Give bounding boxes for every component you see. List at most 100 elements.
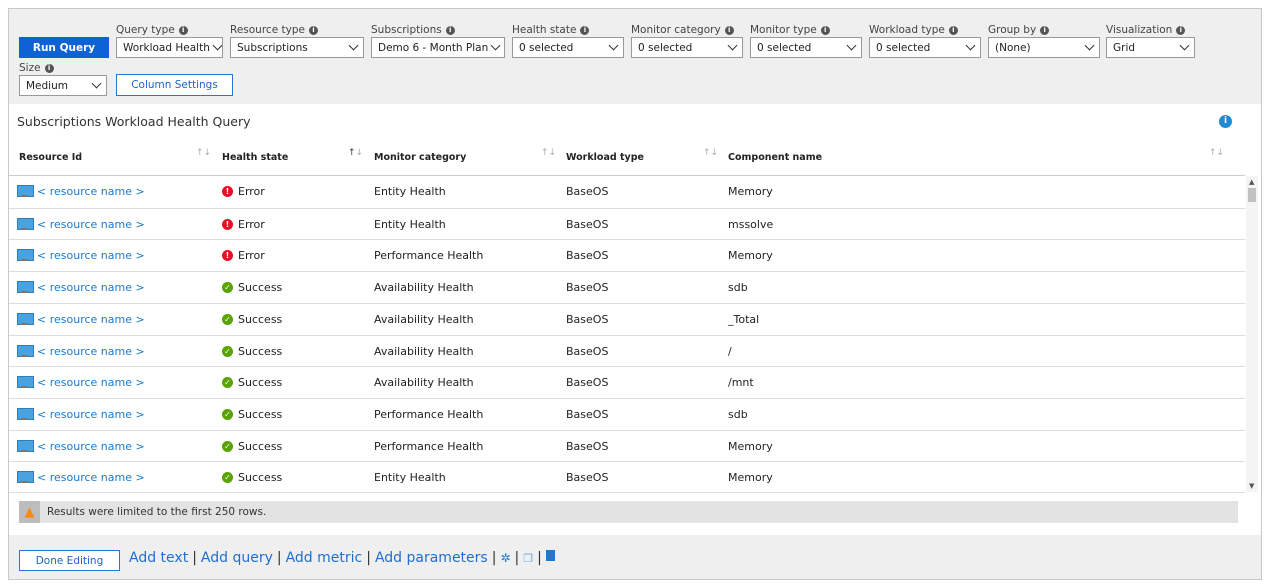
health-state-cell: ✓ Success [222,408,282,421]
info-icon[interactable]: i [178,25,188,35]
monitor-category-dropdown[interactable]: 0 selected [631,37,743,58]
visualization-dropdown[interactable]: Grid [1106,37,1195,58]
separator: | [276,550,282,566]
info-icon[interactable]: i [580,25,590,35]
success-check-icon: ✓ [222,345,233,357]
resource-type-dropdown[interactable]: Subscriptions [230,37,364,58]
table-row[interactable]: < resource name > ! Error Entity Health B… [9,207,1245,240]
panel-title: Subscriptions Workload Health Query [17,114,251,129]
resource-link[interactable]: < resource name > [37,281,145,294]
workload-type-dropdown[interactable]: 0 selected [869,37,981,58]
column-header[interactable]: Workload type [566,152,644,163]
add-query-link[interactable]: Add query [201,550,273,566]
table-row[interactable]: < resource name > ✓ Success Availability … [9,302,1245,335]
health-state-cell: ✓ Success [222,440,282,453]
settings-gear-icon[interactable]: ✲ [500,551,510,565]
resource-link[interactable]: < resource name > [37,249,145,262]
column-header[interactable]: Resource Id [19,152,82,163]
resource-link[interactable]: < resource name > [37,345,145,358]
sort-icon[interactable]: ↑↓ [703,148,718,158]
monitor-category-label: Monitor category i [631,24,734,36]
monitor-type-dropdown[interactable]: 0 selected [750,37,862,58]
success-check-icon: ✓ [222,408,233,420]
workload-type-cell: BaseOS [566,471,609,485]
run-query-button[interactable]: Run Query [19,37,109,58]
column-header[interactable]: Health state [222,152,288,163]
monitor-category-cell: Performance Health [374,439,484,453]
table-row[interactable]: < resource name > ✓ Success Availability … [9,271,1245,303]
info-icon[interactable]: i [1176,25,1186,35]
table-row[interactable]: < resource name > ✓ Success Availability … [9,366,1245,398]
table-row[interactable]: < resource name > ✓ Success Entity Health… [9,461,1245,493]
delete-trash-icon[interactable] [545,549,555,561]
resource-link[interactable]: < resource name > [37,408,145,421]
table-row[interactable]: < resource name > ✓ Success Availability … [9,334,1245,367]
resource-link[interactable]: < resource name > [37,218,145,231]
info-icon[interactable]: i [44,63,54,73]
label-text: Group by [988,24,1037,36]
subscriptions-dropdown[interactable]: Demo 6 - Month Plan [371,37,505,58]
info-icon[interactable]: i [308,25,318,35]
dropdown-value: Demo 6 - Month Plan [378,41,489,54]
error-icon: ! [222,186,233,197]
table-row[interactable]: < resource name > ✓ Success Performance H… [9,429,1245,462]
resource-link[interactable]: < resource name > [37,185,145,198]
sort-icon[interactable]: ↑↓ [1209,148,1224,158]
size-dropdown[interactable]: Medium [19,75,107,96]
column-header[interactable]: Monitor category [374,152,466,163]
separator: | [491,550,497,566]
info-icon[interactable]: i [1219,115,1232,128]
warning-icon: ▲ [19,501,40,523]
done-editing-button[interactable]: Done Editing [19,550,120,571]
chevron-down-icon [490,40,501,51]
workload-type-cell: BaseOS [566,249,609,263]
table-row[interactable]: < resource name > ! Error Performance Hea… [9,239,1245,271]
component-name-cell: Memory [728,185,773,198]
resource-cell: < resource name > [17,471,145,484]
health-state-cell: ✓ Success [222,376,282,389]
component-name-cell: / [728,344,732,358]
label-text: Monitor type [750,24,817,36]
component-name-cell: sdb [728,407,748,421]
copy-icon[interactable]: ❐ [523,552,533,565]
resource-link[interactable]: < resource name > [37,376,145,389]
component-name-cell: sdb [728,281,748,295]
separator: | [514,550,520,566]
info-icon[interactable]: i [724,25,734,35]
resource-type-label: Resource type i [230,24,318,36]
column-header[interactable]: Component name [728,152,822,163]
query-type-dropdown[interactable]: Workload Health [116,37,223,58]
resource-link[interactable]: < resource name > [37,471,145,484]
info-icon[interactable]: i [1040,25,1050,35]
monitor-category-cell: Availability Health [374,344,474,358]
resource-link[interactable]: < resource name > [37,440,145,453]
scrollbar[interactable]: ▲ ▼ [1246,176,1258,492]
sort-icon[interactable]: ↑↓ [348,148,363,158]
resource-link[interactable]: < resource name > [37,313,145,326]
sort-icon[interactable]: ↑↓ [196,148,211,158]
workload-type-cell: BaseOS [566,217,609,231]
component-name-cell: mssolve [728,217,774,231]
subscriptions-label: Subscriptions i [371,24,455,36]
sort-icon[interactable]: ↑↓ [541,148,556,158]
table-row[interactable]: < resource name > ✓ Success Performance H… [9,397,1245,430]
group-by-dropdown[interactable]: (None) [988,37,1100,58]
workload-type-cell: BaseOS [566,185,609,198]
virtual-machine-icon [17,439,34,453]
info-icon[interactable]: i [948,25,958,35]
label-text: Query type [116,24,175,36]
table-row[interactable]: < resource name > ! Error Entity Health B… [9,176,1245,208]
info-icon[interactable]: i [820,25,830,35]
add-parameters-link[interactable]: Add parameters [375,550,488,566]
add-text-link[interactable]: Add text [129,550,188,566]
column-settings-button[interactable]: Column Settings [116,74,233,96]
chevron-down-icon [1179,40,1190,51]
virtual-machine-icon [17,281,34,294]
error-icon: ! [222,218,233,230]
dropdown-value: 0 selected [876,41,931,54]
info-icon[interactable]: i [445,25,455,35]
chevron-down-icon [727,40,738,51]
add-metric-link[interactable]: Add metric [286,550,363,566]
health-state-dropdown[interactable]: 0 selected [512,37,624,58]
label-text: Workload type [869,24,945,36]
